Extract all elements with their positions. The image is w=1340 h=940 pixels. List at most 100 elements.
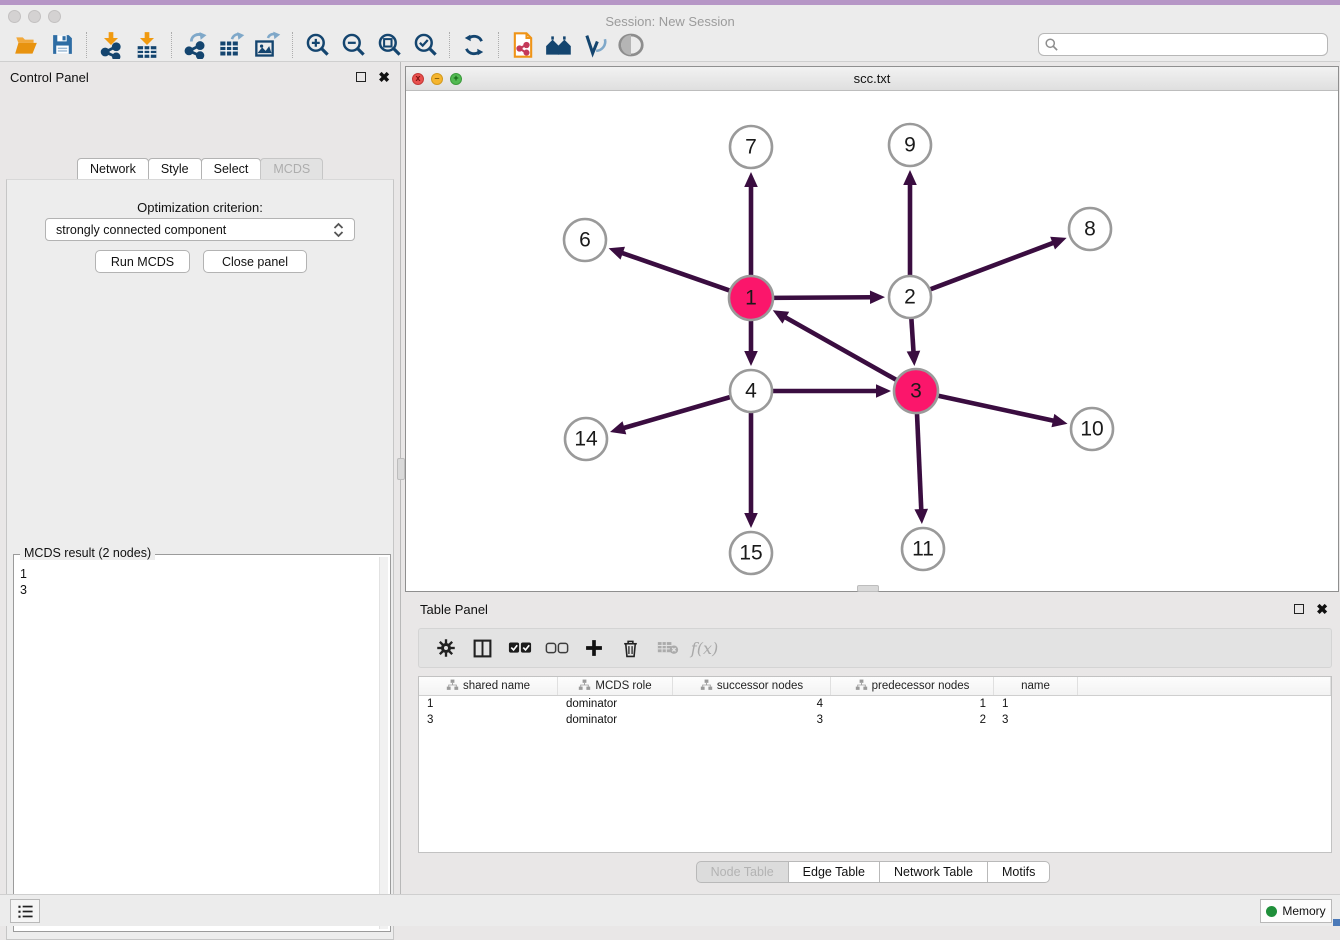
resize-grip[interactable] <box>1333 919 1340 926</box>
edge-2-8[interactable] <box>930 242 1055 289</box>
toolbar-separator <box>498 32 499 58</box>
zoom-in-icon[interactable] <box>299 30 335 60</box>
edge-2-3[interactable] <box>911 318 913 353</box>
node-table: shared name MCDS role successor nodesprede… <box>418 676 1332 853</box>
edge-1-6[interactable] <box>621 253 731 292</box>
table-cell[interactable]: 3 <box>673 714 831 726</box>
tab-mcds[interactable]: MCDS <box>260 158 323 180</box>
column-header-predecessor-nodes[interactable]: predecessor nodes <box>831 677 994 695</box>
arrowhead-icon <box>907 351 921 366</box>
edge-3-1[interactable] <box>784 317 898 381</box>
function-builder-icon[interactable]: f(x) <box>686 632 723 664</box>
network-graph[interactable]: 7968124314101511 <box>406 91 1338 591</box>
tab-edge-table[interactable]: Edge Table <box>788 861 880 883</box>
hide-columns-icon[interactable] <box>538 632 575 664</box>
import-table-icon[interactable] <box>129 30 165 60</box>
export-table-icon[interactable] <box>214 30 250 60</box>
network-window-title: scc.txt <box>406 71 1338 86</box>
export-network-icon[interactable] <box>178 30 214 60</box>
close-table-panel-icon[interactable]: ✖ <box>1316 604 1328 614</box>
optimization-criterion-select[interactable]: strongly connected component <box>45 218 355 241</box>
column-header-shared-name[interactable]: shared name <box>419 677 558 695</box>
network-window-titlebar[interactable]: x – + scc.txt <box>406 67 1338 91</box>
edge-3-10[interactable] <box>937 395 1055 421</box>
show-columns-icon[interactable] <box>501 632 538 664</box>
table-cell[interactable]: dominator <box>558 698 673 710</box>
column-header-successor-nodes[interactable]: successor nodes <box>673 677 831 695</box>
column-header-label: name <box>1021 680 1050 692</box>
table-cell[interactable]: 1 <box>419 698 558 710</box>
canvas-splitter-handle[interactable] <box>857 585 879 592</box>
table-cell[interactable]: 3 <box>419 714 558 726</box>
result-scrollbar[interactable] <box>379 557 388 929</box>
export-image-icon[interactable] <box>250 30 286 60</box>
column-header-label: MCDS role <box>595 680 651 692</box>
mcds-result-group: MCDS result (2 nodes) 1 3 <box>13 554 391 932</box>
table-cell[interactable]: 2 <box>831 714 994 726</box>
graph-node-label: 4 <box>745 380 757 403</box>
panel-splitter-handle[interactable] <box>397 458 405 480</box>
float-table-panel-icon[interactable] <box>1294 604 1304 614</box>
save-icon[interactable] <box>44 30 80 60</box>
app-titlebar: Session: New Session <box>0 5 1340 28</box>
tab-motifs[interactable]: Motifs <box>987 861 1050 883</box>
search-input[interactable] <box>1038 33 1328 56</box>
run-mcds-button[interactable]: Run MCDS <box>95 250 190 273</box>
zoom-fit-icon[interactable] <box>371 30 407 60</box>
graph-node-label: 9 <box>904 134 916 157</box>
open-folder-icon[interactable] <box>8 30 44 60</box>
table-cell[interactable]: dominator <box>558 714 673 726</box>
table-row[interactable]: 3dominator323 <box>419 712 1331 728</box>
arrowhead-icon <box>903 170 917 185</box>
close-panel-icon[interactable]: ✖ <box>378 72 390 82</box>
task-history-button[interactable] <box>10 899 40 923</box>
graph-node-label: 7 <box>745 136 757 159</box>
table-row[interactable]: 1dominator411 <box>419 696 1331 712</box>
toolbar-separator <box>449 32 450 58</box>
graph-node-label: 10 <box>1080 418 1103 441</box>
arrowhead-icon <box>1051 414 1067 427</box>
home-icon[interactable] <box>541 30 577 60</box>
arrowhead-icon <box>870 290 885 304</box>
mcds-result-text[interactable]: 1 3 <box>16 564 378 929</box>
graph-node-label: 14 <box>574 428 598 451</box>
float-panel-icon[interactable] <box>356 72 366 82</box>
network-canvas[interactable]: 7968124314101511 <box>406 91 1338 591</box>
app-title: Session: New Session <box>0 14 1340 29</box>
eye-icon[interactable] <box>613 30 649 60</box>
table-cell[interactable]: 3 <box>994 714 1078 726</box>
tab-select[interactable]: Select <box>201 158 262 180</box>
table-panel-header: Table Panel ✖ <box>405 594 1340 624</box>
network-file-icon[interactable] <box>505 30 541 60</box>
close-panel-button[interactable]: Close panel <box>203 250 307 273</box>
graph-node-label: 8 <box>1084 218 1096 241</box>
edge-4-14[interactable] <box>622 397 730 429</box>
column-header-MCDS-role[interactable]: MCDS role <box>558 677 673 695</box>
column-layout-icon[interactable] <box>464 632 501 664</box>
column-header-name[interactable]: name <box>994 677 1078 695</box>
tab-network-table[interactable]: Network Table <box>879 861 988 883</box>
memory-button[interactable]: Memory <box>1260 899 1332 923</box>
network-view-window: x – + scc.txt 7968124314101511 <box>405 66 1339 592</box>
import-network-icon[interactable] <box>93 30 129 60</box>
arrowhead-icon <box>744 513 758 528</box>
table-cell[interactable]: 4 <box>673 698 831 710</box>
delete-table-icon[interactable] <box>649 632 686 664</box>
table-cell[interactable]: 1 <box>994 698 1078 710</box>
table-tabs: Node TableEdge TableNetwork TableMotifs <box>405 861 1340 883</box>
zoom-out-icon[interactable] <box>335 30 371 60</box>
edge-1-2[interactable] <box>772 297 872 298</box>
zoom-selected-icon[interactable] <box>407 30 443 60</box>
delete-column-icon[interactable] <box>612 632 649 664</box>
style-brush-icon[interactable] <box>577 30 613 60</box>
edge-3-11[interactable] <box>917 412 921 511</box>
tab-network[interactable]: Network <box>77 158 149 180</box>
tab-node-table[interactable]: Node Table <box>696 861 789 883</box>
table-cell[interactable]: 1 <box>831 698 994 710</box>
search-box[interactable] <box>1038 33 1328 56</box>
gear-icon[interactable] <box>427 632 464 664</box>
add-column-icon[interactable] <box>575 632 612 664</box>
refresh-layout-icon[interactable] <box>456 30 492 60</box>
tab-style[interactable]: Style <box>148 158 202 180</box>
toolbar-separator <box>86 32 87 58</box>
